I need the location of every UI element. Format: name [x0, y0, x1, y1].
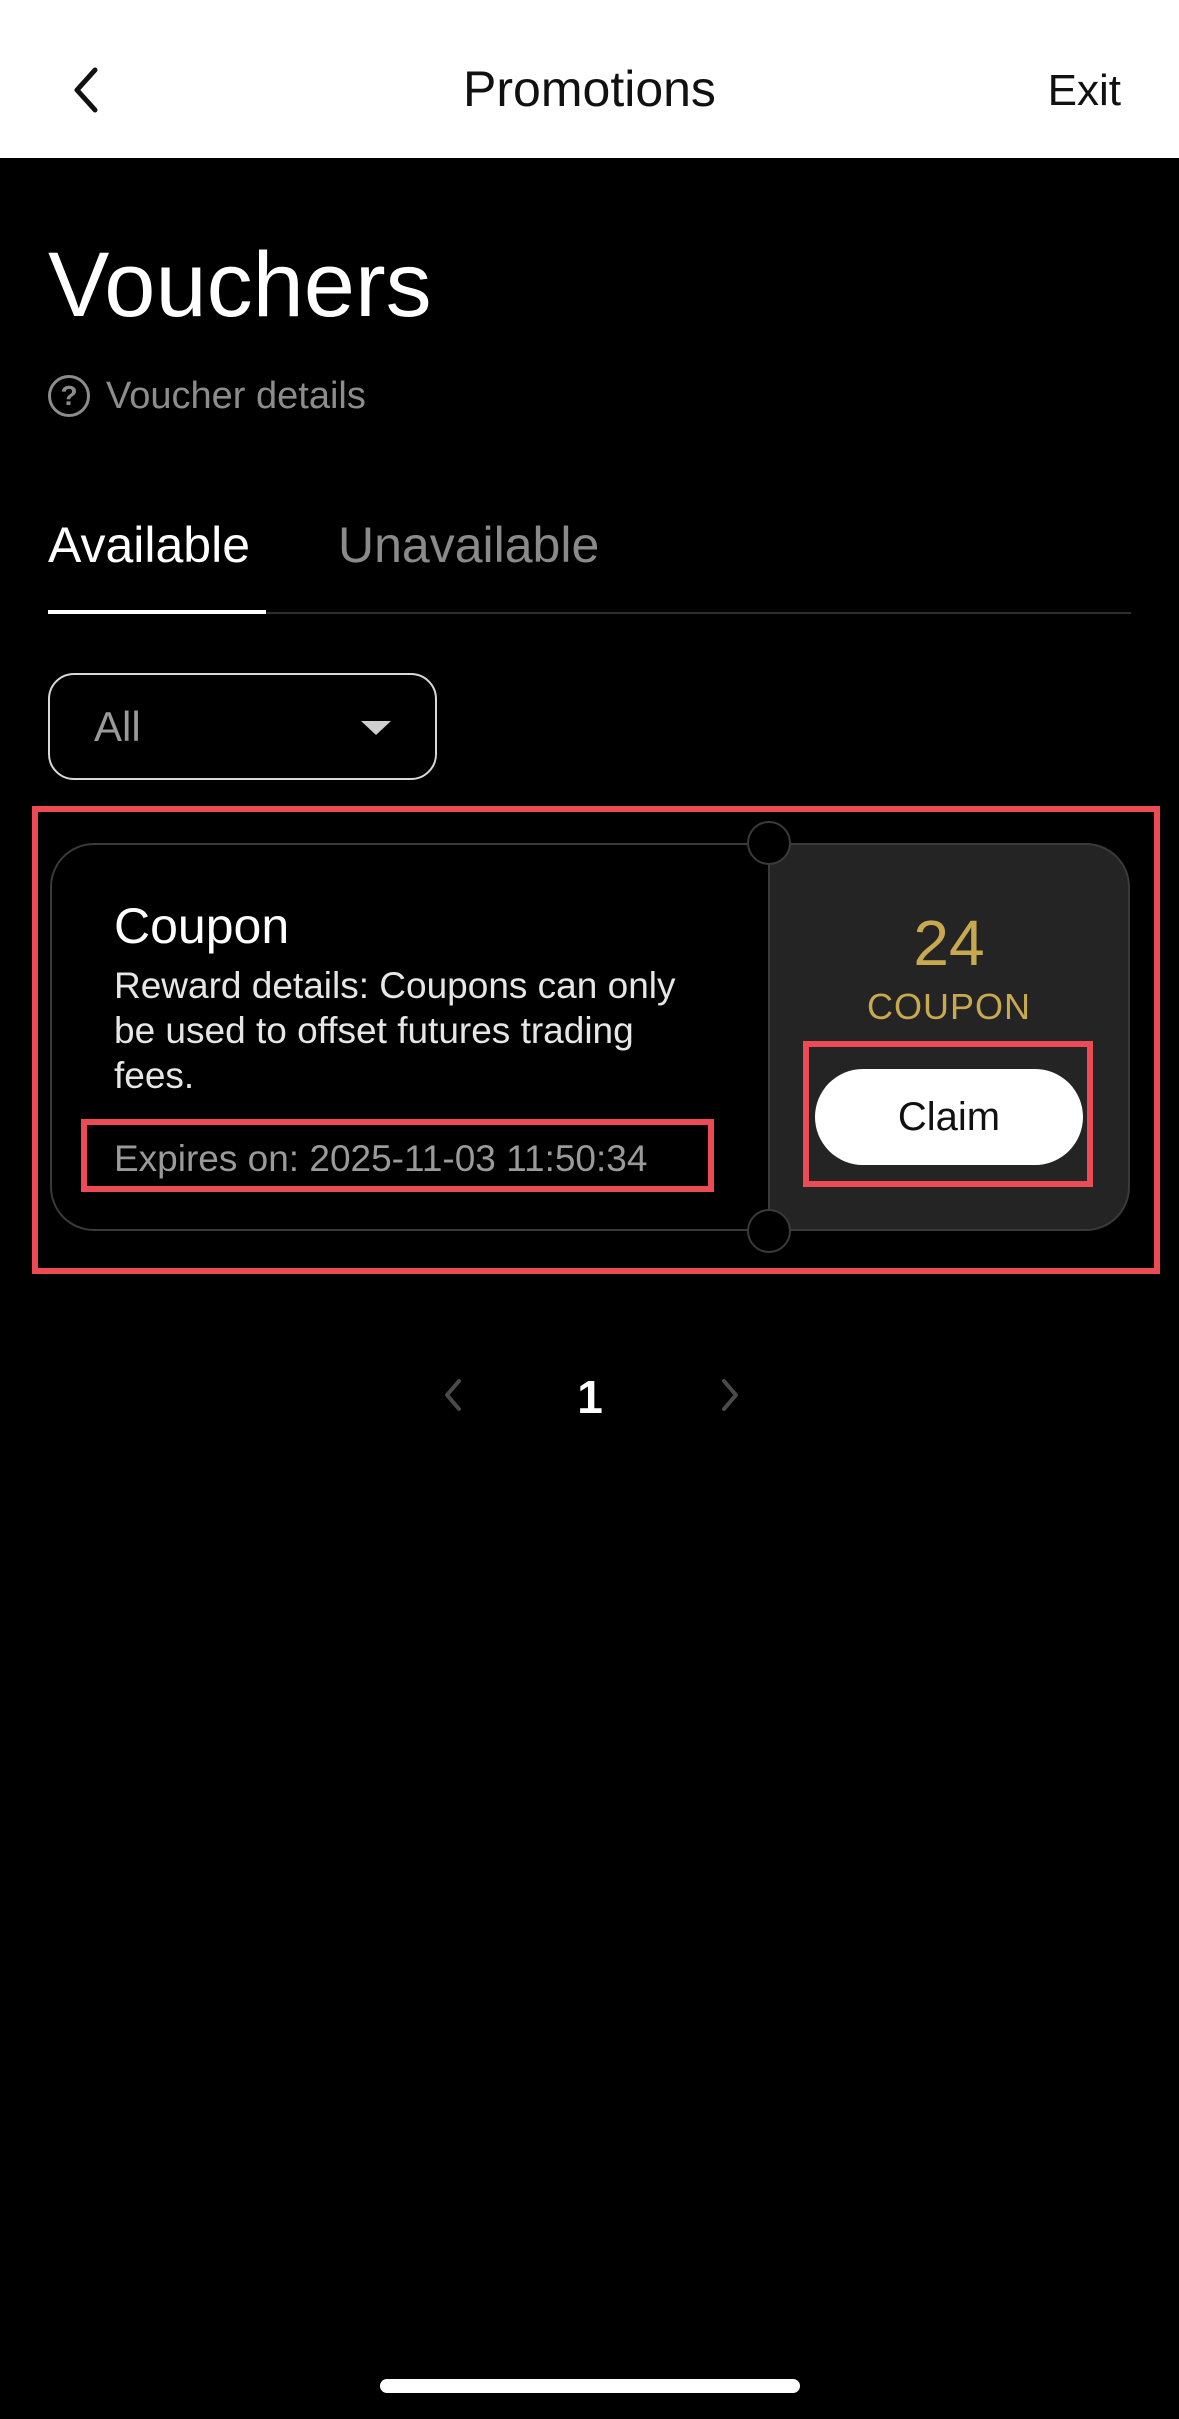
help-icon: ? [48, 375, 90, 417]
pagination: 1 [0, 1364, 1179, 1434]
exit-button[interactable]: Exit [1048, 62, 1121, 120]
tab-unavailable[interactable]: Unavailable [338, 510, 599, 580]
filter-selected-value: All [94, 703, 141, 750]
highlight-expiry [81, 1119, 714, 1192]
header-title: Promotions [463, 61, 716, 117]
current-page-number[interactable]: 1 [560, 1364, 620, 1430]
home-indicator [380, 2379, 800, 2393]
next-page-button[interactable] [710, 1370, 750, 1420]
chevron-left-icon [445, 1379, 461, 1411]
voucher-tabs: Available Unavailable [48, 510, 1131, 614]
top-nav-bar: Promotions Exit [0, 0, 1179, 158]
chevron-right-icon [722, 1379, 738, 1411]
voucher-details-label: Voucher details [106, 374, 366, 417]
category-filter-dropdown[interactable]: All [48, 673, 437, 780]
highlight-voucher-card [32, 806, 1160, 1274]
caret-down-icon [361, 721, 391, 735]
previous-page-button[interactable] [433, 1370, 473, 1420]
highlight-claim-button [803, 1041, 1093, 1187]
page-title: Vouchers [48, 234, 432, 336]
active-tab-indicator [48, 610, 266, 614]
voucher-details-link[interactable]: ? Voucher details [48, 370, 366, 422]
tab-available[interactable]: Available [48, 510, 250, 580]
